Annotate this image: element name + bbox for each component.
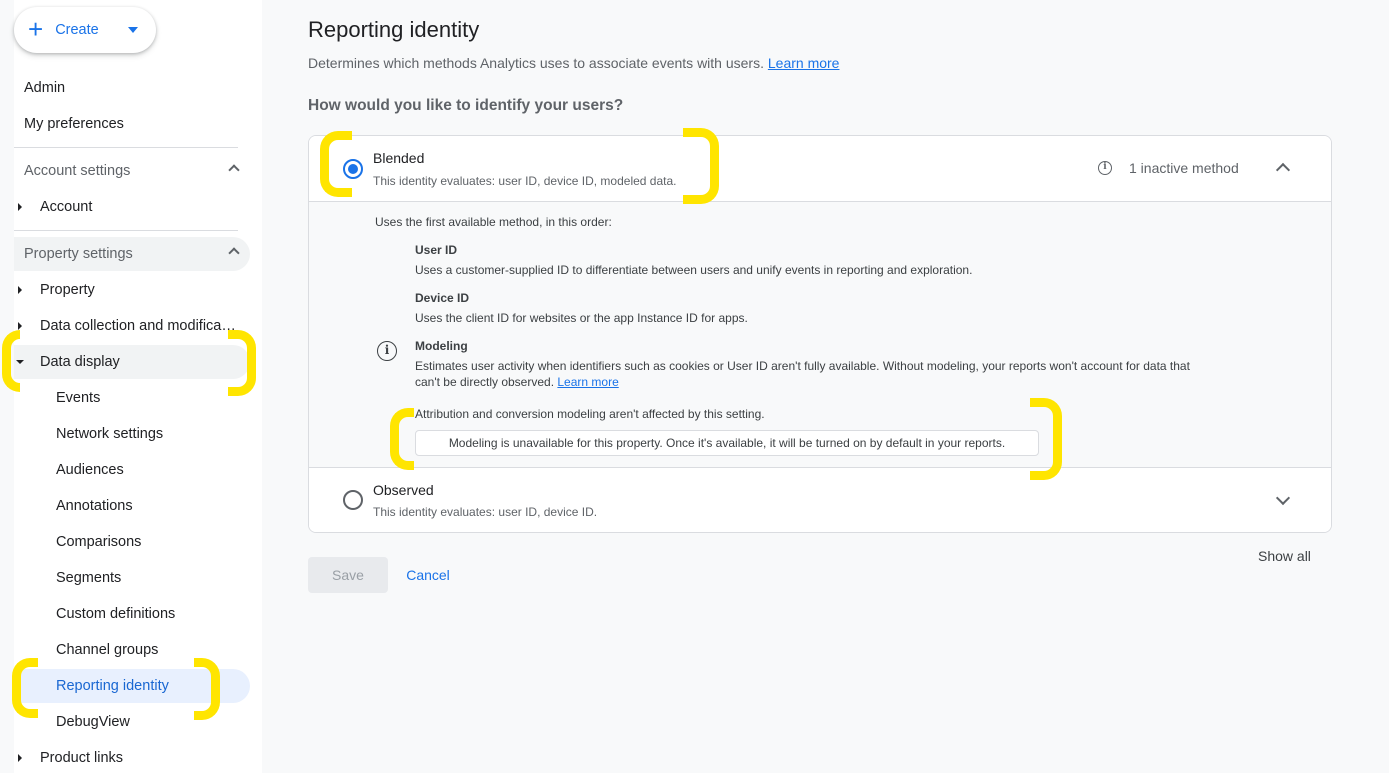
option-subtitle: This identity evaluates: user ID, device… [373, 174, 677, 188]
nav-admin[interactable]: Admin [14, 71, 250, 105]
nav-account[interactable]: Account [14, 190, 250, 224]
triangle-right-icon [18, 754, 22, 762]
chevron-up-icon[interactable] [1271, 156, 1295, 180]
info-icon: i [377, 341, 397, 361]
highlight-mark [390, 408, 414, 470]
nav-my-preferences[interactable]: My preferences [14, 107, 250, 141]
highlight-mark [228, 330, 256, 396]
section-account-settings[interactable]: Account settings [14, 154, 250, 188]
nav-events[interactable]: Events [14, 381, 250, 415]
nav-label: Property [40, 282, 95, 298]
caret-down-icon [128, 27, 138, 33]
page-description: Determines which methods Analytics uses … [308, 55, 839, 71]
modeling-description-line2: can't be directly observed. Learn more [415, 375, 619, 389]
triangle-right-icon [18, 286, 22, 294]
nav-data-collection[interactable]: Data collection and modifica… [14, 309, 250, 343]
nav-channel-groups[interactable]: Channel groups [14, 633, 250, 667]
attribution-note: Attribution and conversion modeling aren… [415, 407, 765, 421]
highlight-mark [12, 658, 38, 718]
highlight-mark [320, 131, 352, 197]
nav-data-display[interactable]: Data display [14, 345, 250, 379]
section-property-settings[interactable]: Property settings [14, 237, 250, 271]
identity-options-card: Blended This identity evaluates: user ID… [308, 135, 1332, 533]
device-id-title: Device ID [415, 291, 470, 305]
highlight-mark [2, 330, 20, 392]
methods-intro: Uses the first available method, in this… [375, 215, 612, 229]
modeling-unavailable-notice: Modeling is unavailable for this propert… [415, 430, 1039, 456]
create-label: Create [55, 22, 99, 38]
nav-network-settings[interactable]: Network settings [14, 417, 250, 451]
cancel-button[interactable]: Cancel [398, 557, 458, 593]
identify-question: How would you like to identify your user… [308, 97, 624, 114]
option-title: Blended [373, 150, 425, 166]
nav-property[interactable]: Property [14, 273, 250, 307]
highlight-mark [194, 658, 220, 720]
save-button[interactable]: Save [308, 557, 388, 593]
option-title: Observed [373, 482, 434, 498]
show-all-button[interactable]: Show all [1258, 548, 1311, 564]
inactive-methods-count: 1 inactive method [1129, 160, 1239, 176]
divider [14, 147, 238, 148]
device-id-description: Uses the client ID for websites or the a… [415, 311, 748, 325]
sidebar: + Create Admin My preferences Account se… [0, 0, 262, 773]
nav-annotations[interactable]: Annotations [14, 489, 250, 523]
description-text: Determines which methods Analytics uses … [308, 55, 764, 71]
nav-audiences[interactable]: Audiences [14, 453, 250, 487]
user-id-title: User ID [415, 243, 458, 257]
section-label: Property settings [24, 246, 133, 262]
modeling-description-end: can't be directly observed. [415, 375, 555, 389]
nav-label: Account [40, 199, 93, 215]
modeling-title: Modeling [415, 339, 468, 353]
page-title: Reporting identity [308, 17, 480, 42]
create-button[interactable]: + Create [14, 7, 156, 53]
plus-icon: + [28, 13, 44, 44]
nav-custom-definitions[interactable]: Custom definitions [14, 597, 250, 631]
info-icon[interactable]: i [1098, 161, 1112, 175]
option-blended[interactable]: Blended This identity evaluates: user ID… [309, 136, 1331, 201]
chevron-up-icon [228, 247, 240, 259]
option-observed[interactable]: Observed This identity evaluates: user I… [309, 468, 1331, 532]
radio-observed[interactable] [343, 490, 363, 510]
highlight-mark [1030, 398, 1062, 480]
highlight-mark [683, 128, 719, 204]
divider [14, 230, 238, 231]
learn-more-link[interactable]: Learn more [768, 55, 840, 71]
triangle-right-icon [18, 322, 22, 330]
user-id-description: Uses a customer-supplied ID to different… [415, 263, 973, 277]
section-label: Account settings [24, 163, 131, 179]
triangle-right-icon [18, 203, 22, 211]
nav-label: Product links [40, 750, 124, 766]
modeling-learn-more-link[interactable]: Learn more [557, 375, 618, 389]
nav-label: Data collection and modifica… [40, 318, 236, 334]
modeling-description: Estimates user activity when identifiers… [415, 359, 1190, 373]
nav-product-links[interactable]: Product links [14, 741, 250, 773]
nav-label: Data display [40, 354, 120, 370]
chevron-up-icon [228, 164, 240, 176]
nav-comparisons[interactable]: Comparisons [14, 525, 250, 559]
nav-segments[interactable]: Segments [14, 561, 250, 595]
chevron-down-icon[interactable] [1271, 488, 1295, 512]
option-subtitle: This identity evaluates: user ID, device… [373, 505, 598, 519]
blended-details: Uses the first available method, in this… [309, 201, 1331, 468]
